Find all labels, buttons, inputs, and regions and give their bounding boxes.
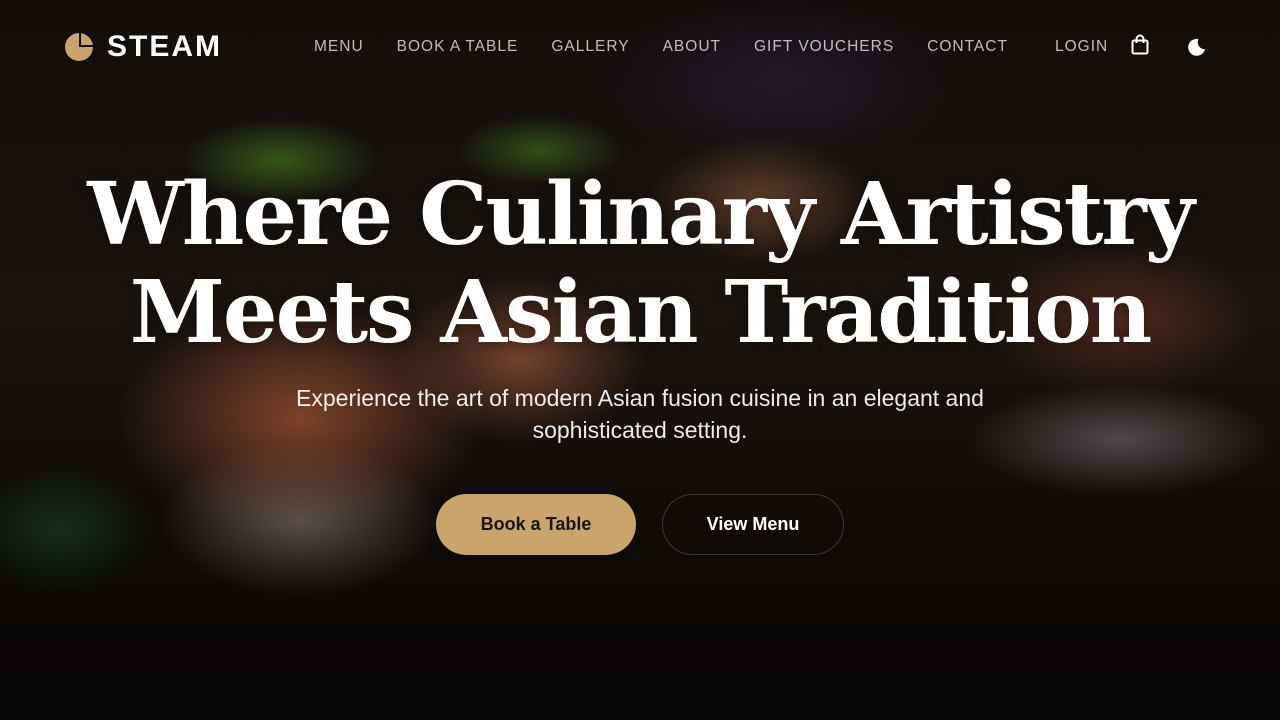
hero-section: Where Culinary Artistry Meets Asian Trad…: [0, 0, 1280, 720]
book-a-table-button[interactable]: Book a Table: [436, 494, 636, 555]
hero-title: Where Culinary Artistry Meets Asian Trad…: [0, 166, 1280, 362]
hero-title-line-2: Meets Asian Tradition: [129, 262, 1153, 363]
view-menu-button[interactable]: View Menu: [662, 494, 844, 555]
hero-title-line-1: Where Culinary Artistry: [87, 164, 1194, 265]
hero-subtitle: Experience the art of modern Asian fusio…: [296, 385, 984, 443]
